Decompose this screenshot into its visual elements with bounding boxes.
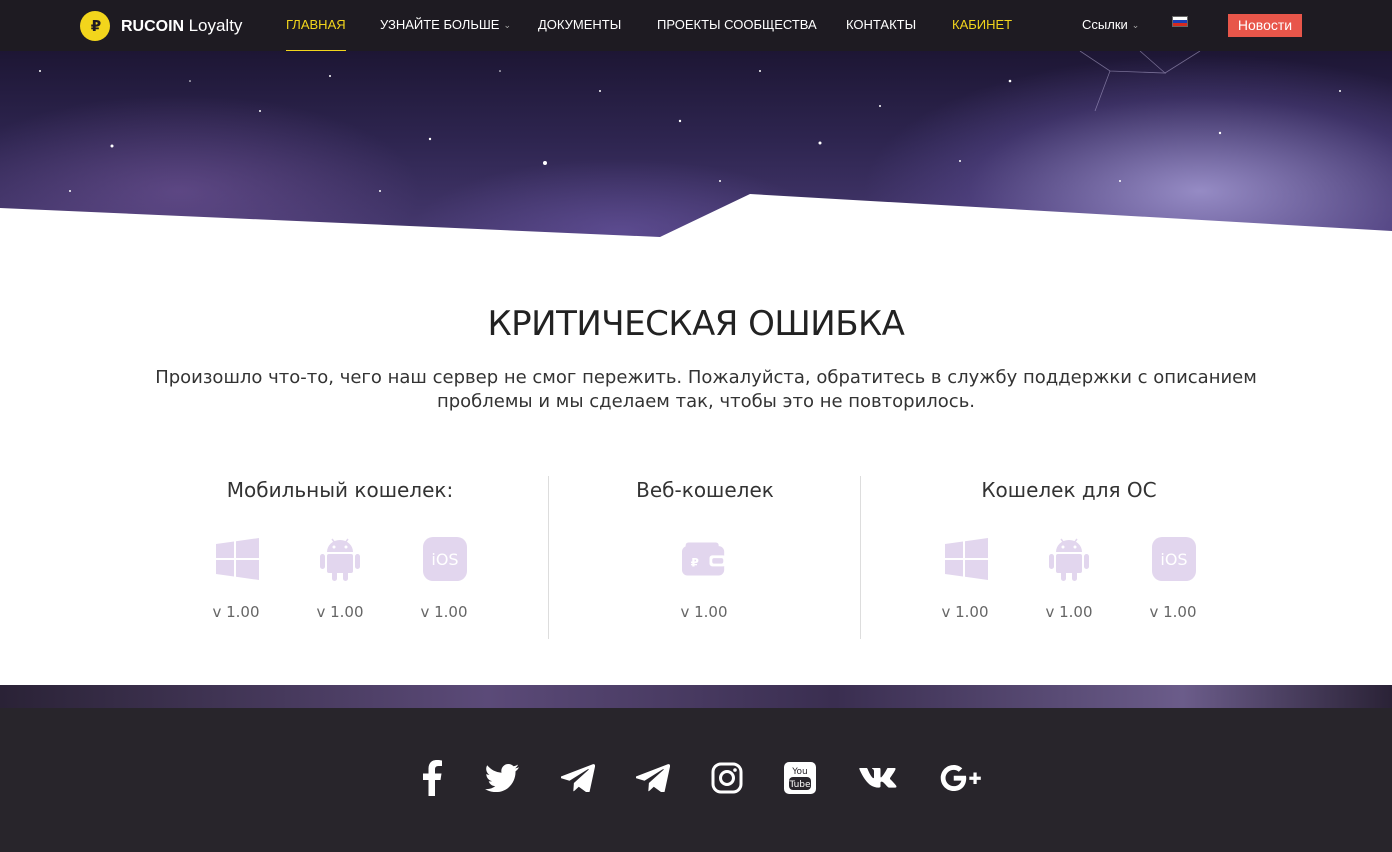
telegram-icon[interactable] xyxy=(631,758,675,798)
svg-text:₽: ₽ xyxy=(691,555,699,569)
ios-icon[interactable]: iOS xyxy=(1152,537,1196,581)
vk-icon[interactable] xyxy=(857,758,901,798)
ios-mobile-version: v 1.00 xyxy=(420,603,468,621)
footer-space-strip xyxy=(0,685,1392,708)
windows-mobile-version: v 1.00 xyxy=(212,603,260,621)
error-title: КРИТИЧЕСКАЯ ОШИБКА xyxy=(487,304,905,344)
brand-name: RUCOIN Loyalty xyxy=(121,16,243,35)
google-plus-icon[interactable] xyxy=(940,758,984,798)
svg-text:iOS: iOS xyxy=(1160,550,1187,569)
nav-item-documents[interactable]: ДОКУМЕНТЫ xyxy=(538,17,621,32)
chevron-down-icon: ⌄ xyxy=(503,20,511,30)
svg-text:You: You xyxy=(791,767,808,777)
svg-text:iOS: iOS xyxy=(431,550,458,569)
svg-text:Tube: Tube xyxy=(788,780,811,790)
windows-desktop-version: v 1.00 xyxy=(941,603,989,621)
twitter-icon[interactable] xyxy=(480,758,524,798)
facebook-icon[interactable] xyxy=(410,758,454,798)
rucoin-logo-icon: ₽ xyxy=(80,11,110,41)
links-dropdown[interactable]: Ссылки ⌄ xyxy=(1082,17,1139,32)
space-background xyxy=(0,51,1392,251)
nav-item-home[interactable]: ГЛАВНАЯ xyxy=(286,17,346,51)
chevron-down-icon: ⌄ xyxy=(1131,20,1140,30)
android-mobile-version: v 1.00 xyxy=(316,603,364,621)
android-icon[interactable] xyxy=(1047,537,1091,581)
windows-icon[interactable] xyxy=(215,537,259,581)
ios-desktop-version: v 1.00 xyxy=(1149,603,1197,621)
top-navigation: ₽ RUCOIN Loyalty ГЛАВНАЯ УЗНАЙТЕ БОЛЬШЕ ⌄… xyxy=(0,0,1392,51)
android-desktop-version: v 1.00 xyxy=(1045,603,1093,621)
nav-item-contacts[interactable]: КОНТАКТЫ xyxy=(846,17,916,32)
nav-item-learn-more[interactable]: УЗНАЙТЕ БОЛЬШЕ ⌄ xyxy=(380,17,511,32)
android-icon[interactable] xyxy=(318,537,362,581)
brand-logo[interactable]: ₽ RUCOIN Loyalty xyxy=(80,11,242,41)
error-description: Произошло что-то, чего наш сервер не смо… xyxy=(155,367,1257,412)
web-wallet-heading: Веб-кошелек xyxy=(636,478,774,502)
desktop-wallet-heading: Кошелек для ОС xyxy=(981,478,1157,502)
news-button[interactable]: Новости xyxy=(1228,14,1302,37)
column-divider xyxy=(548,476,549,639)
web-wallet-version: v 1.00 xyxy=(680,603,728,621)
youtube-icon[interactable]: You Tube xyxy=(778,758,822,798)
hero-space-banner xyxy=(0,51,1392,251)
nav-item-community-projects[interactable]: ПРОЕКТЫ СООБЩЕСТВА xyxy=(657,17,817,32)
ios-icon[interactable]: iOS xyxy=(423,537,467,581)
footer xyxy=(0,708,1392,852)
windows-icon[interactable] xyxy=(944,537,988,581)
web-wallet-icon[interactable]: ₽ xyxy=(682,537,726,581)
mobile-wallet-heading: Мобильный кошелек: xyxy=(226,478,454,502)
nav-item-cabinet[interactable]: КАБИНЕТ xyxy=(952,17,1012,32)
column-divider xyxy=(860,476,861,639)
russian-flag-icon[interactable] xyxy=(1172,16,1188,27)
instagram-icon[interactable] xyxy=(705,758,749,798)
telegram-icon[interactable] xyxy=(556,758,600,798)
